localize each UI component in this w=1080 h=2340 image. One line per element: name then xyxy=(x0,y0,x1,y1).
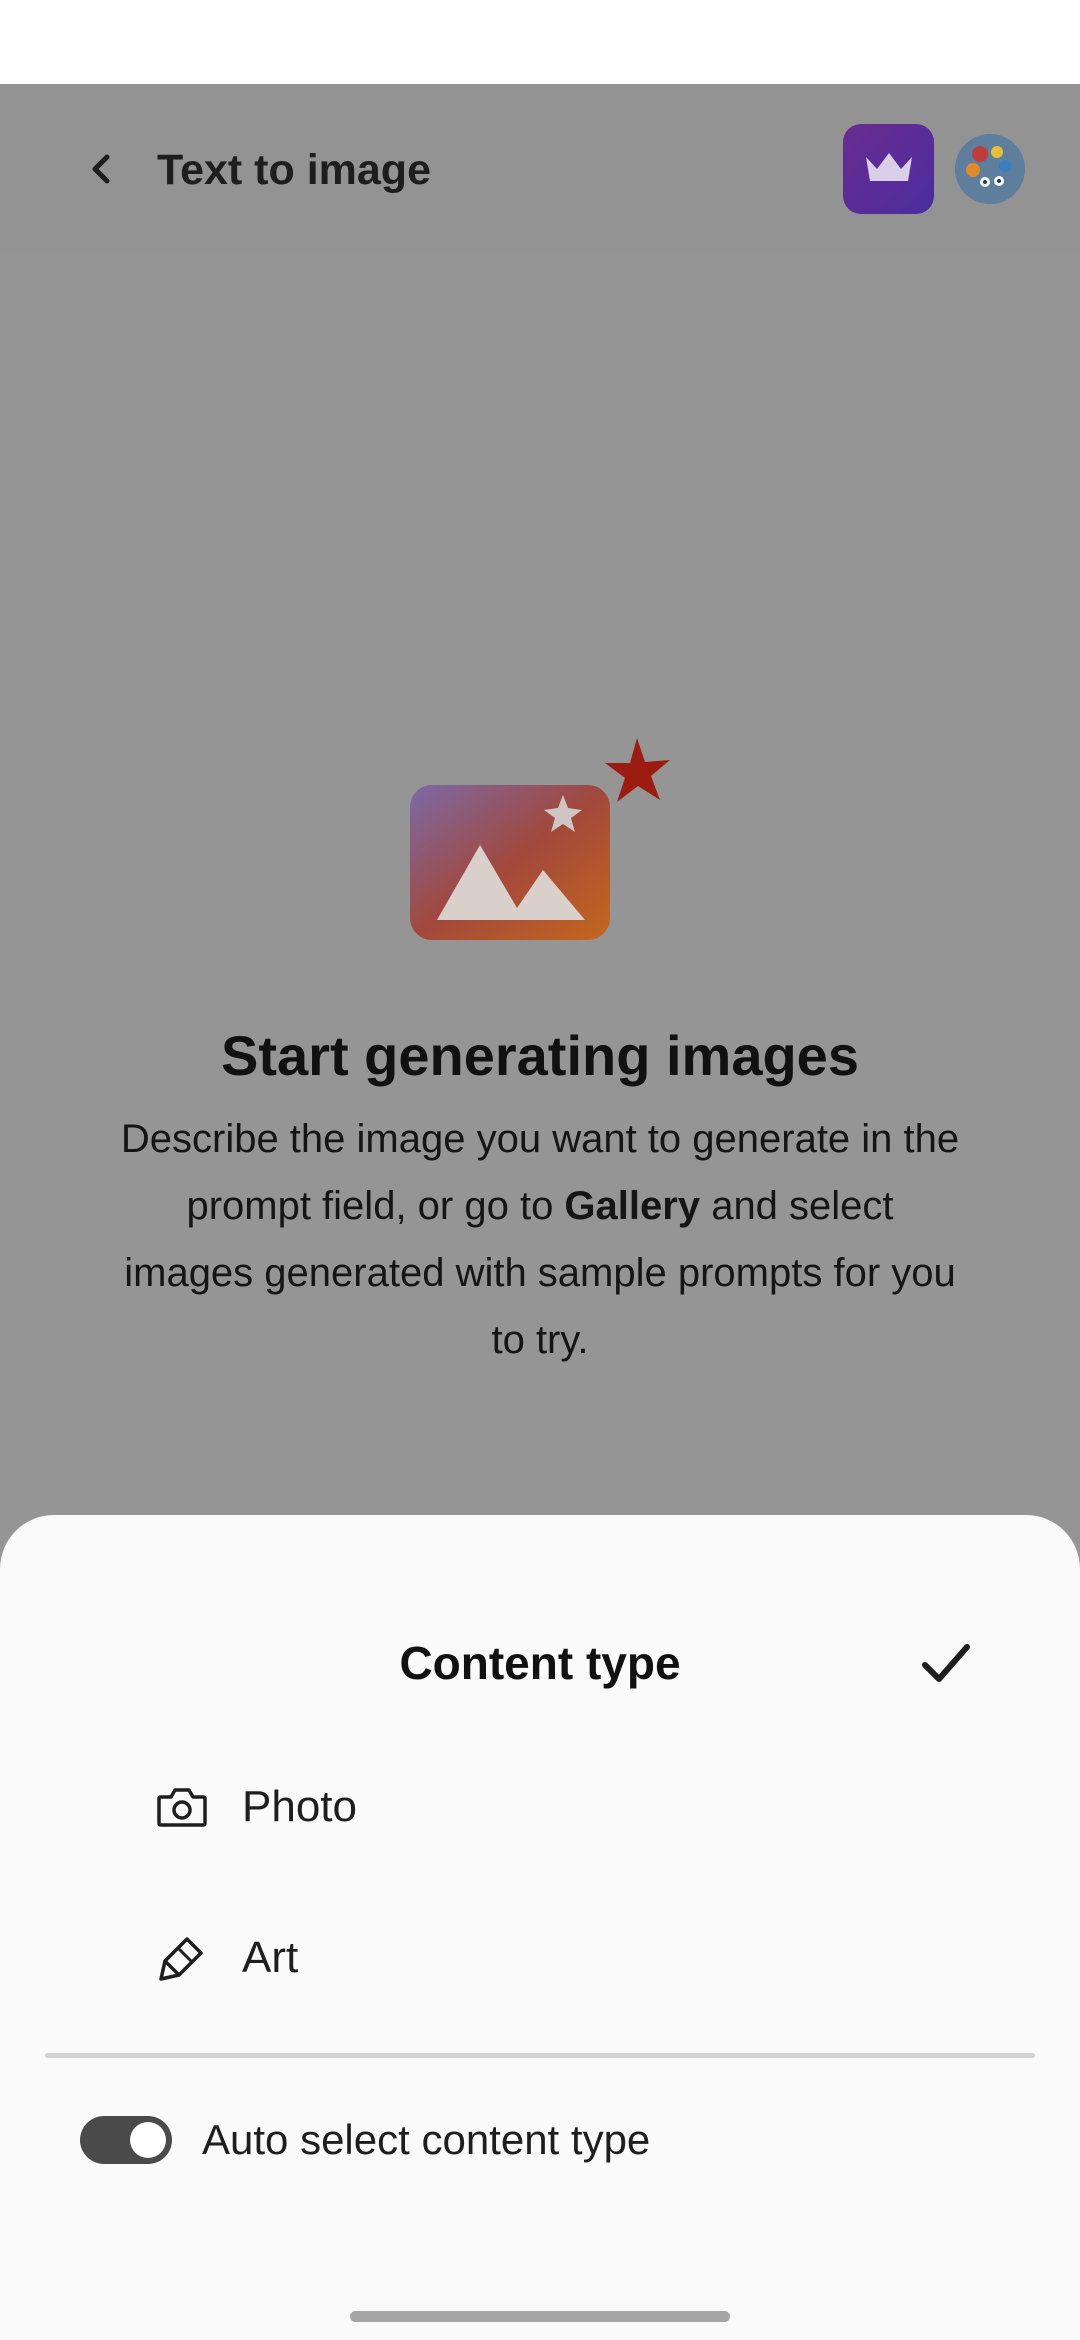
option-label: Art xyxy=(242,1933,299,1982)
avatar[interactable] xyxy=(955,134,1025,204)
option-photo[interactable]: Photo xyxy=(60,1747,1020,1867)
empty-state-description: Describe the image you want to generate … xyxy=(120,1106,960,1374)
premium-button[interactable] xyxy=(843,124,934,214)
toggle-label: Auto select content type xyxy=(202,2116,651,2163)
gallery-link[interactable]: Gallery xyxy=(564,1184,700,1228)
crown-icon xyxy=(865,153,912,181)
camera-icon xyxy=(152,1777,212,1837)
auto-select-toggle[interactable] xyxy=(80,2116,172,2164)
option-art[interactable]: Art xyxy=(60,1898,1020,2018)
generate-image-icon xyxy=(410,738,670,940)
confirm-button[interactable] xyxy=(912,1630,980,1698)
brush-icon xyxy=(152,1928,212,1988)
checkmark-icon xyxy=(922,1644,970,1682)
status-bar xyxy=(0,0,1080,84)
page-title: Text to image xyxy=(157,146,431,194)
palette-avatar-icon xyxy=(955,134,1025,204)
toggle-knob xyxy=(130,2122,166,2158)
auto-select-row: Auto select content type xyxy=(80,2110,1000,2170)
empty-state-title: Start generating images xyxy=(221,1024,859,1087)
chevron-left-icon xyxy=(92,154,110,184)
image-placeholder-illustration xyxy=(405,730,685,950)
option-label: Photo xyxy=(242,1782,357,1831)
back-button[interactable] xyxy=(70,135,134,203)
divider xyxy=(45,2053,1035,2058)
home-indicator[interactable] xyxy=(350,2311,730,2322)
